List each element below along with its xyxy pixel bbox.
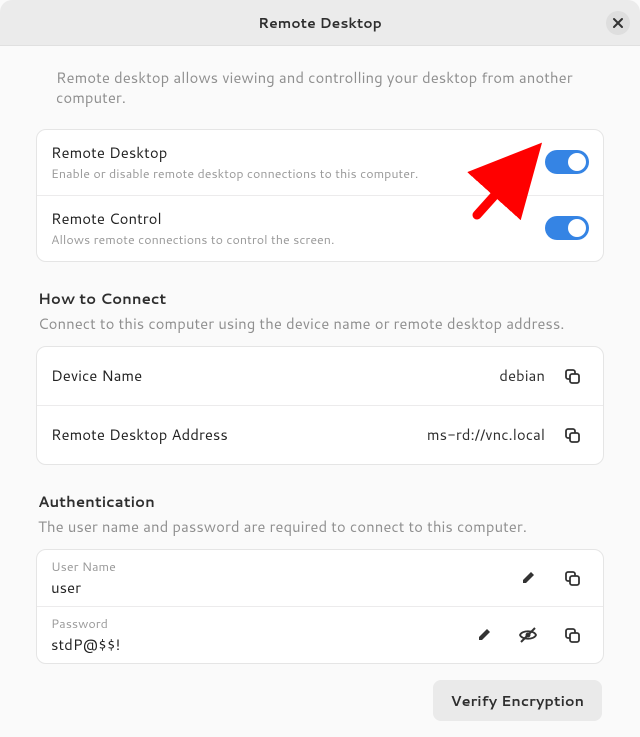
close-button[interactable] <box>606 11 630 35</box>
remote-desktop-row: Remote Desktop Enable or disable remote … <box>37 130 603 195</box>
remote-desktop-sub: Enable or disable remote desktop connect… <box>51 165 545 183</box>
toggles-group: Remote Desktop Enable or disable remote … <box>36 129 604 262</box>
pencil-icon <box>520 569 537 586</box>
header-title: Remote Desktop <box>258 13 382 33</box>
password-row: Password stdP@$$! <box>37 606 603 663</box>
eye-slash-icon <box>518 625 538 645</box>
copy-device-name-button[interactable] <box>555 359 589 393</box>
remote-control-row: Remote Control Allows remote connections… <box>37 195 603 261</box>
footer: Verify Encryption <box>36 680 604 721</box>
auth-sub: The user name and password are required … <box>38 516 602 537</box>
address-value: ms-rd://vnc.local <box>427 424 545 445</box>
copy-icon <box>563 426 581 444</box>
verify-encryption-button[interactable]: Verify Encryption <box>433 680 602 721</box>
copy-username-button[interactable] <box>555 561 589 595</box>
remote-desktop-title: Remote Desktop <box>51 142 545 163</box>
hide-password-button[interactable] <box>511 618 545 652</box>
address-label: Remote Desktop Address <box>51 424 427 445</box>
copy-icon <box>563 626 581 644</box>
address-row: Remote Desktop Address ms-rd://vnc.local <box>37 405 603 464</box>
password-value: stdP@$$! <box>51 634 467 655</box>
username-value: user <box>51 577 511 598</box>
username-row: User Name user <box>37 550 603 606</box>
edit-username-button[interactable] <box>511 561 545 595</box>
copy-icon <box>563 569 581 587</box>
pencil-icon <box>476 626 493 643</box>
remote-control-title: Remote Control <box>51 208 545 229</box>
device-name-value: debian <box>499 365 545 386</box>
copy-icon <box>563 367 581 385</box>
content: Remote desktop allows viewing and contro… <box>0 46 640 737</box>
remote-control-toggle[interactable] <box>545 216 589 240</box>
intro-text: Remote desktop allows viewing and contro… <box>56 68 584 109</box>
auth-group: User Name user Password stdP@$$! <box>36 549 604 664</box>
username-label: User Name <box>51 558 511 576</box>
device-name-row: Device Name debian <box>37 347 603 405</box>
edit-password-button[interactable] <box>467 618 501 652</box>
auth-heading: Authentication <box>38 491 602 512</box>
password-label: Password <box>51 615 467 633</box>
connect-group: Device Name debian Remote Desktop Addres… <box>36 346 604 465</box>
remote-desktop-toggle[interactable] <box>545 150 589 174</box>
connect-sub: Connect to this computer using the devic… <box>38 313 602 334</box>
device-name-label: Device Name <box>51 365 499 386</box>
remote-control-sub: Allows remote connections to control the… <box>51 231 545 249</box>
header: Remote Desktop <box>0 0 640 46</box>
connect-heading: How to Connect <box>38 288 602 309</box>
close-icon <box>612 17 624 29</box>
copy-address-button[interactable] <box>555 418 589 452</box>
copy-password-button[interactable] <box>555 618 589 652</box>
